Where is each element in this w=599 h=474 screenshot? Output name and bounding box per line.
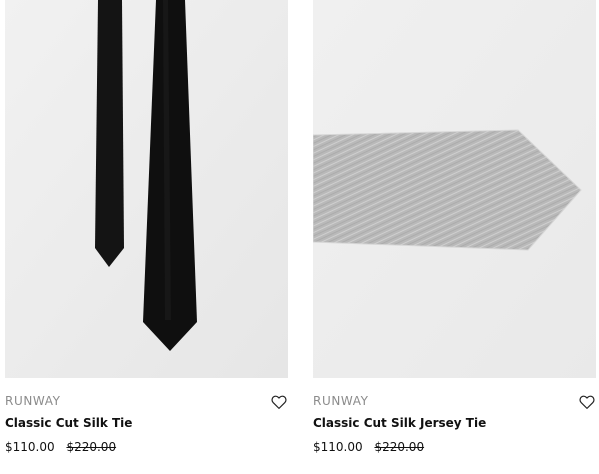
product-prices: $110.00 $220.00 (313, 440, 424, 454)
price-original: $220.00 (66, 440, 117, 454)
price-current: $110.00 (5, 440, 55, 454)
heart-outline-icon[interactable] (270, 393, 288, 411)
product-title[interactable]: Classic Cut Silk Jersey Tie (313, 416, 486, 430)
product-brand: RUNWAY (313, 394, 369, 408)
product-card[interactable]: RUNWAY Classic Cut Silk Tie $110.00 $220… (5, 0, 288, 454)
black-silk-tie-image (5, 0, 288, 378)
product-image-grey-jersey-tie[interactable] (313, 0, 596, 378)
product-brand: RUNWAY (5, 394, 61, 408)
product-card[interactable]: RUNWAY Classic Cut Silk Jersey Tie $110.… (313, 0, 596, 454)
product-title[interactable]: Classic Cut Silk Tie (5, 416, 132, 430)
product-prices: $110.00 $220.00 (5, 440, 116, 454)
product-image-black-silk-tie[interactable] (5, 0, 288, 378)
price-current: $110.00 (313, 440, 363, 454)
heart-outline-icon[interactable] (578, 393, 596, 411)
grey-jersey-tie-image (313, 0, 596, 378)
price-original: $220.00 (374, 440, 425, 454)
